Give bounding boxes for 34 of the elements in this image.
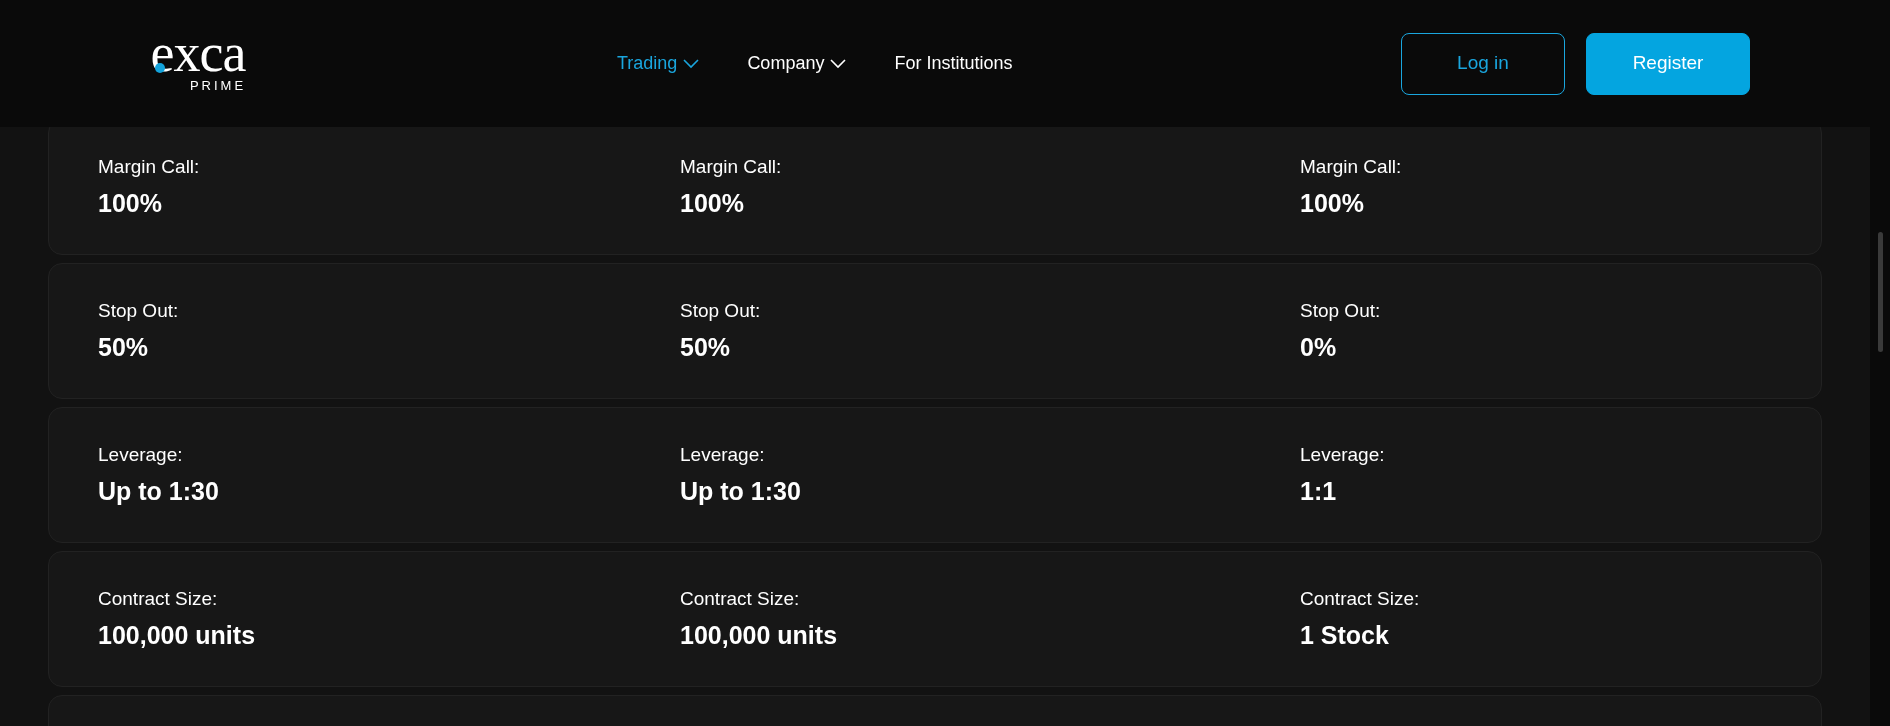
logo-subtitle: PRIME	[189, 78, 247, 93]
spec-label: Stop Out:	[680, 299, 762, 323]
spec-value: 1:1	[1300, 476, 1338, 507]
chevron-down-icon	[683, 58, 700, 69]
spec-value: Up to 1:30	[98, 476, 220, 507]
spec-value: 1 Stock	[1300, 620, 1390, 651]
spec-label: Leverage:	[98, 443, 184, 467]
spec-value: 50%	[98, 332, 150, 363]
spec-label: Stop Out:	[98, 299, 180, 323]
spec-value: 100%	[680, 188, 745, 219]
spec-label: Stop Out:	[1300, 299, 1382, 323]
scrollbar-thumb[interactable]	[1878, 232, 1883, 352]
spec-value: Up to 1:30	[680, 476, 802, 507]
spec-value: 100%	[98, 188, 163, 219]
spec-label: Margin Call:	[98, 155, 201, 179]
spec-label: Contract Size:	[98, 587, 219, 611]
spec-label: Margin Call:	[1300, 155, 1403, 179]
login-button[interactable]: Log in	[1401, 32, 1565, 95]
chevron-down-icon	[830, 58, 847, 69]
spec-value: 100%	[1300, 188, 1365, 219]
nav-link[interactable]: For Institutions	[894, 50, 1013, 77]
spec-label: Margin Call:	[680, 155, 783, 179]
spec-label: Contract Size:	[1300, 587, 1421, 611]
spec-value: 50%	[680, 332, 732, 363]
spec-label: Leverage:	[1300, 443, 1386, 467]
dot-icon	[154, 62, 165, 73]
spec-value: 100,000 units	[98, 620, 257, 651]
spec-value: 0%	[1300, 332, 1338, 363]
spec-label: Leverage:	[680, 443, 766, 467]
nav-link[interactable]: Trading	[617, 50, 700, 77]
spec-label: Contract Size:	[680, 587, 801, 611]
nav-link[interactable]: Company	[747, 50, 847, 77]
spec-value: 100,000 units	[680, 620, 839, 651]
logo-wordmark[interactable]: exca	[150, 28, 246, 77]
